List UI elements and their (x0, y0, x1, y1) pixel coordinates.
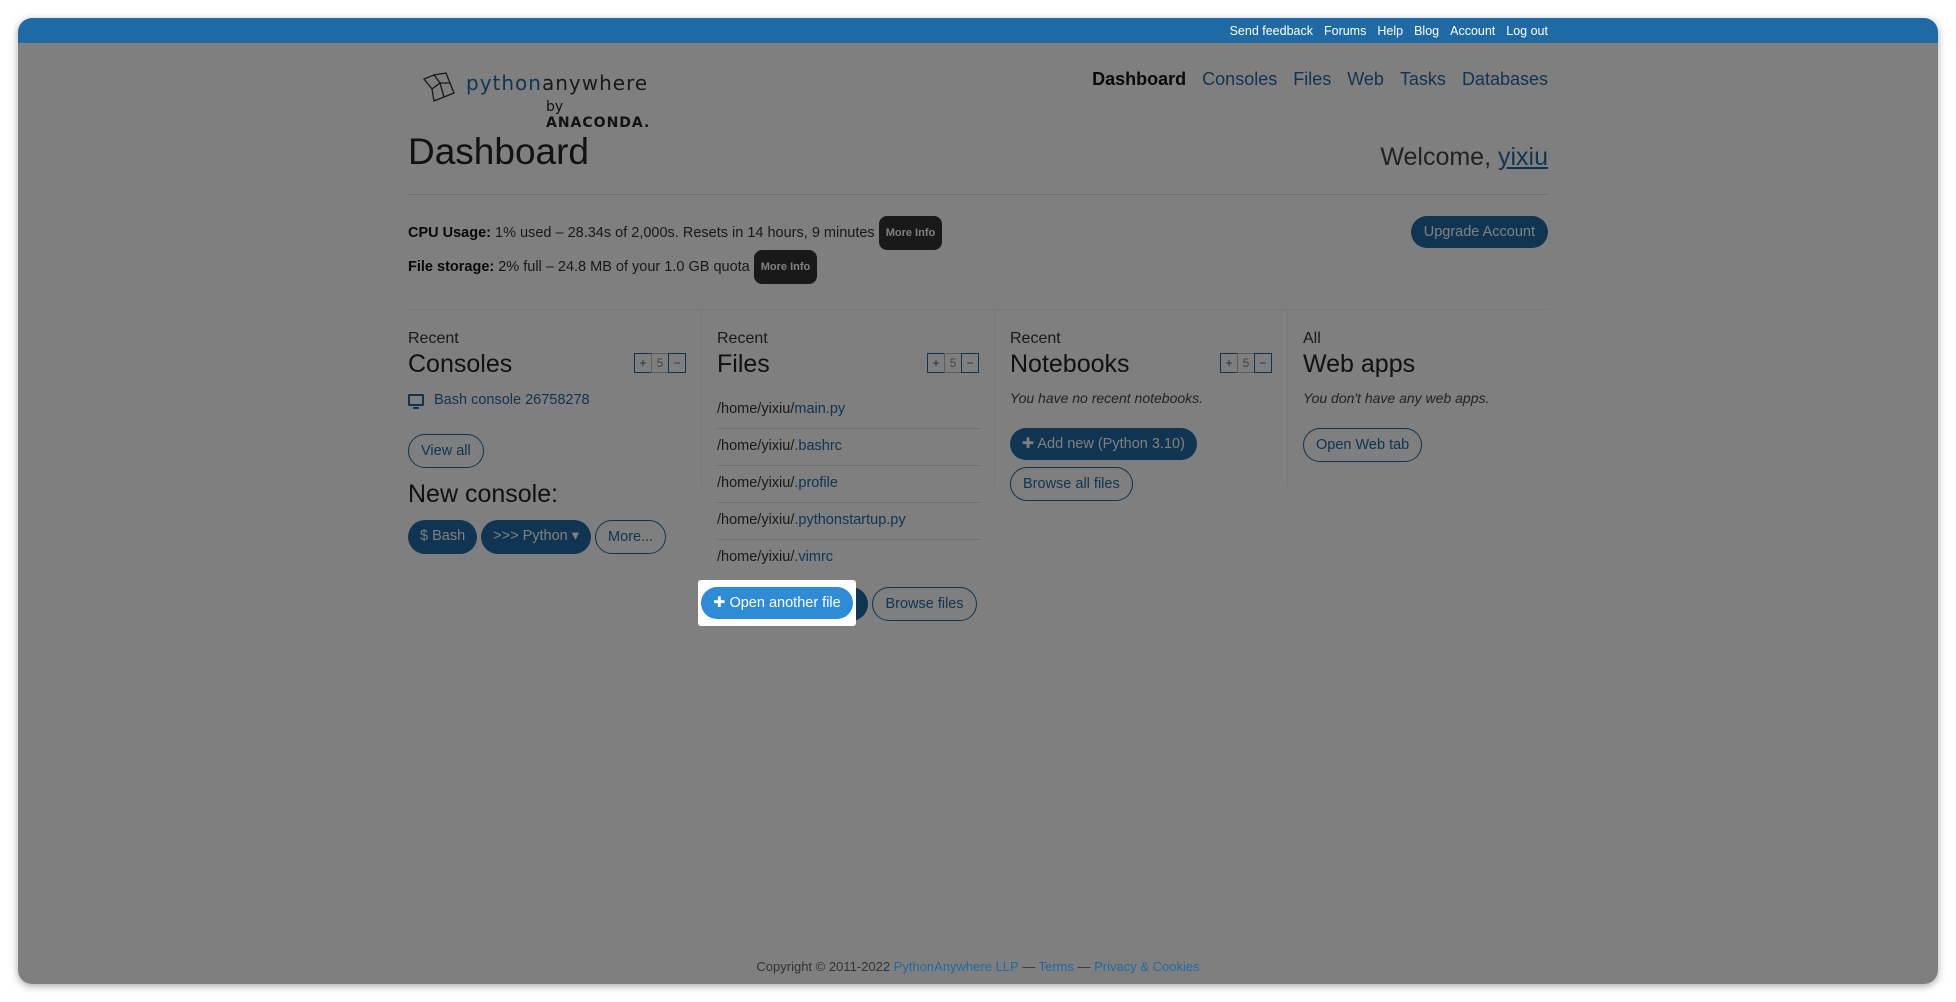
terms-link[interactable]: Terms (1038, 959, 1073, 974)
footer: Copyright © 2011-2022 PythonAnywhere LLP… (756, 959, 1200, 974)
modal-overlay (18, 43, 1938, 984)
top-utility-bar: Send feedback Forums Help Blog Account L… (18, 18, 1938, 43)
privacy-link[interactable]: Privacy & Cookies (1094, 959, 1199, 974)
send-feedback-link[interactable]: Send feedback (1230, 24, 1313, 38)
help-link[interactable]: Help (1377, 24, 1403, 38)
open-another-file-button[interactable]: ✚ Open another file (701, 587, 853, 619)
logout-link[interactable]: Log out (1506, 24, 1548, 38)
company-link[interactable]: PythonAnywhere LLP (894, 959, 1019, 974)
browser-window: Send feedback Forums Help Blog Account L… (18, 18, 1938, 984)
blog-link[interactable]: Blog (1414, 24, 1439, 38)
account-link[interactable]: Account (1450, 24, 1495, 38)
tour-spotlight: ✚ Open another file (698, 580, 856, 626)
forums-link[interactable]: Forums (1324, 24, 1366, 38)
